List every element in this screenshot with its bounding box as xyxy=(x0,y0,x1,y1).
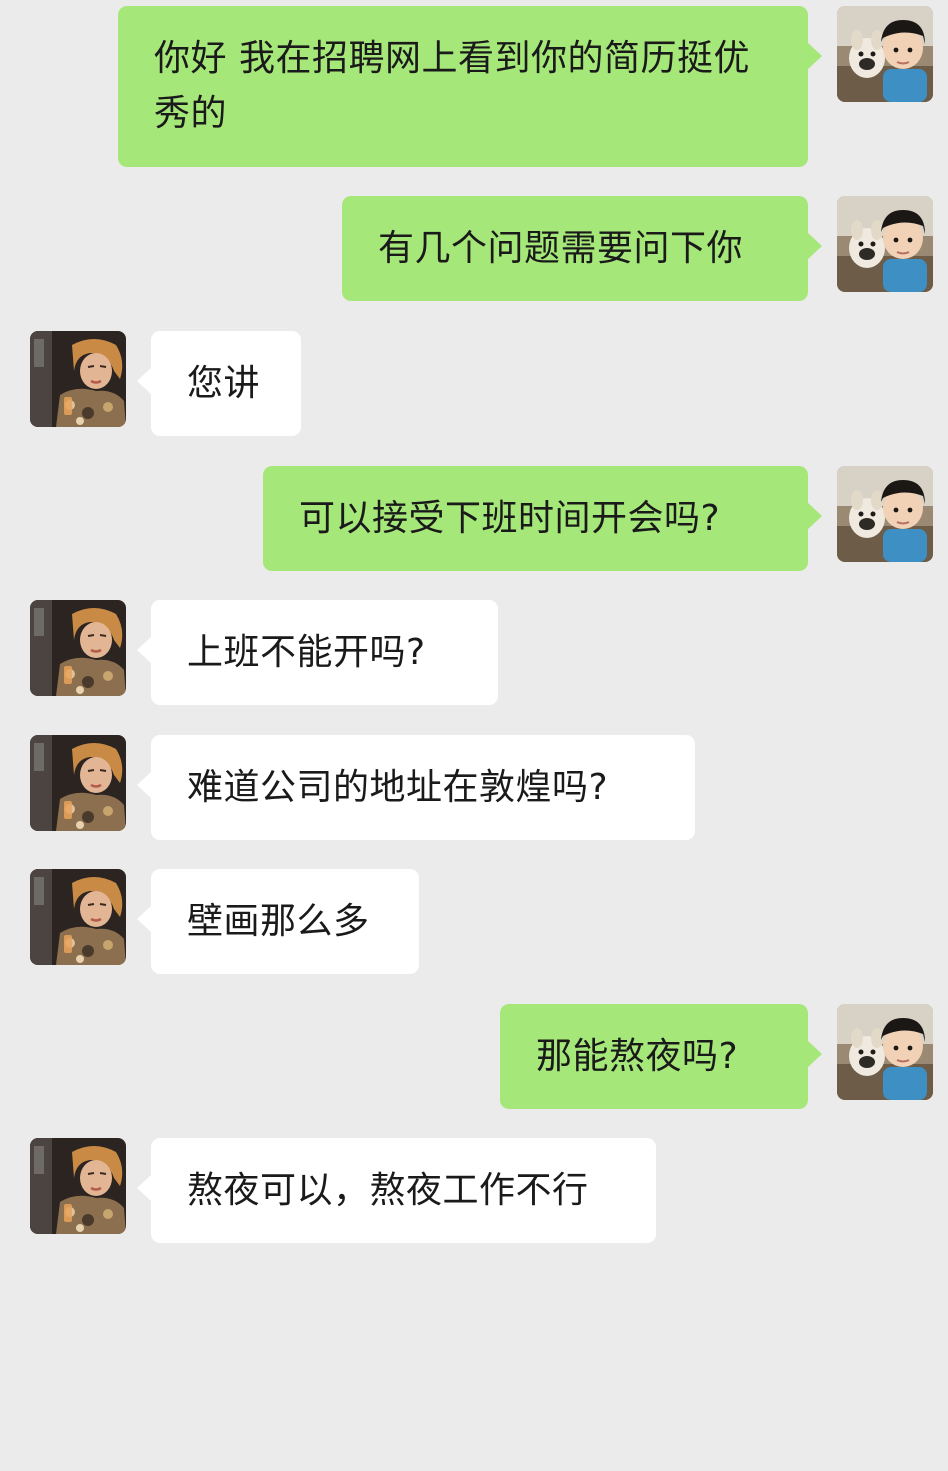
avatar-woman-portrait-icon[interactable] xyxy=(30,600,126,696)
sent-message-bubble[interactable]: 你好 我在招聘网上看到你的简历挺优秀的 xyxy=(118,6,822,167)
avatar-woman-portrait-icon[interactable] xyxy=(30,869,126,965)
sent-message-bubble[interactable]: 可以接受下班时间开会吗? xyxy=(263,466,822,571)
received-message-bubble[interactable]: 上班不能开吗? xyxy=(137,600,498,705)
message-text: 熬夜可以，熬夜工作不行 xyxy=(187,1170,589,1211)
message-text: 壁画那么多 xyxy=(187,901,370,942)
avatar-boy-with-dog-icon[interactable] xyxy=(837,466,933,562)
received-message-bubble[interactable]: 熬夜可以，熬夜工作不行 xyxy=(137,1138,656,1243)
avatar-boy-with-dog-icon[interactable] xyxy=(837,1004,933,1100)
avatar-woman-portrait-icon[interactable] xyxy=(30,735,126,831)
received-message-bubble[interactable]: 壁画那么多 xyxy=(137,869,419,974)
message-text: 有几个问题需要问下你 xyxy=(378,228,744,269)
avatar-boy-with-dog-icon[interactable] xyxy=(837,196,933,292)
sent-message-bubble[interactable]: 那能熬夜吗? xyxy=(500,1004,822,1109)
avatar-boy-with-dog-icon[interactable] xyxy=(837,6,933,102)
received-message-bubble[interactable]: 难道公司的地址在敦煌吗? xyxy=(137,735,695,840)
avatar-woman-portrait-icon[interactable] xyxy=(30,1138,126,1234)
avatar-woman-portrait-icon[interactable] xyxy=(30,331,126,427)
message-text: 难道公司的地址在敦煌吗? xyxy=(187,767,609,808)
received-message-bubble[interactable]: 您讲 xyxy=(137,331,301,436)
message-text: 你好 我在招聘网上看到你的简历挺优秀的 xyxy=(154,38,750,134)
message-text: 可以接受下班时间开会吗? xyxy=(299,498,721,539)
message-text: 那能熬夜吗? xyxy=(536,1036,739,1077)
sent-message-bubble[interactable]: 有几个问题需要问下你 xyxy=(342,196,822,301)
chat-message-list[interactable]: 你好 我在招聘网上看到你的简历挺优秀的 有几个问题需要问下你 您讲 可以接受下班… xyxy=(0,0,948,1471)
message-text: 您讲 xyxy=(187,363,261,404)
message-text: 上班不能开吗? xyxy=(187,632,426,673)
